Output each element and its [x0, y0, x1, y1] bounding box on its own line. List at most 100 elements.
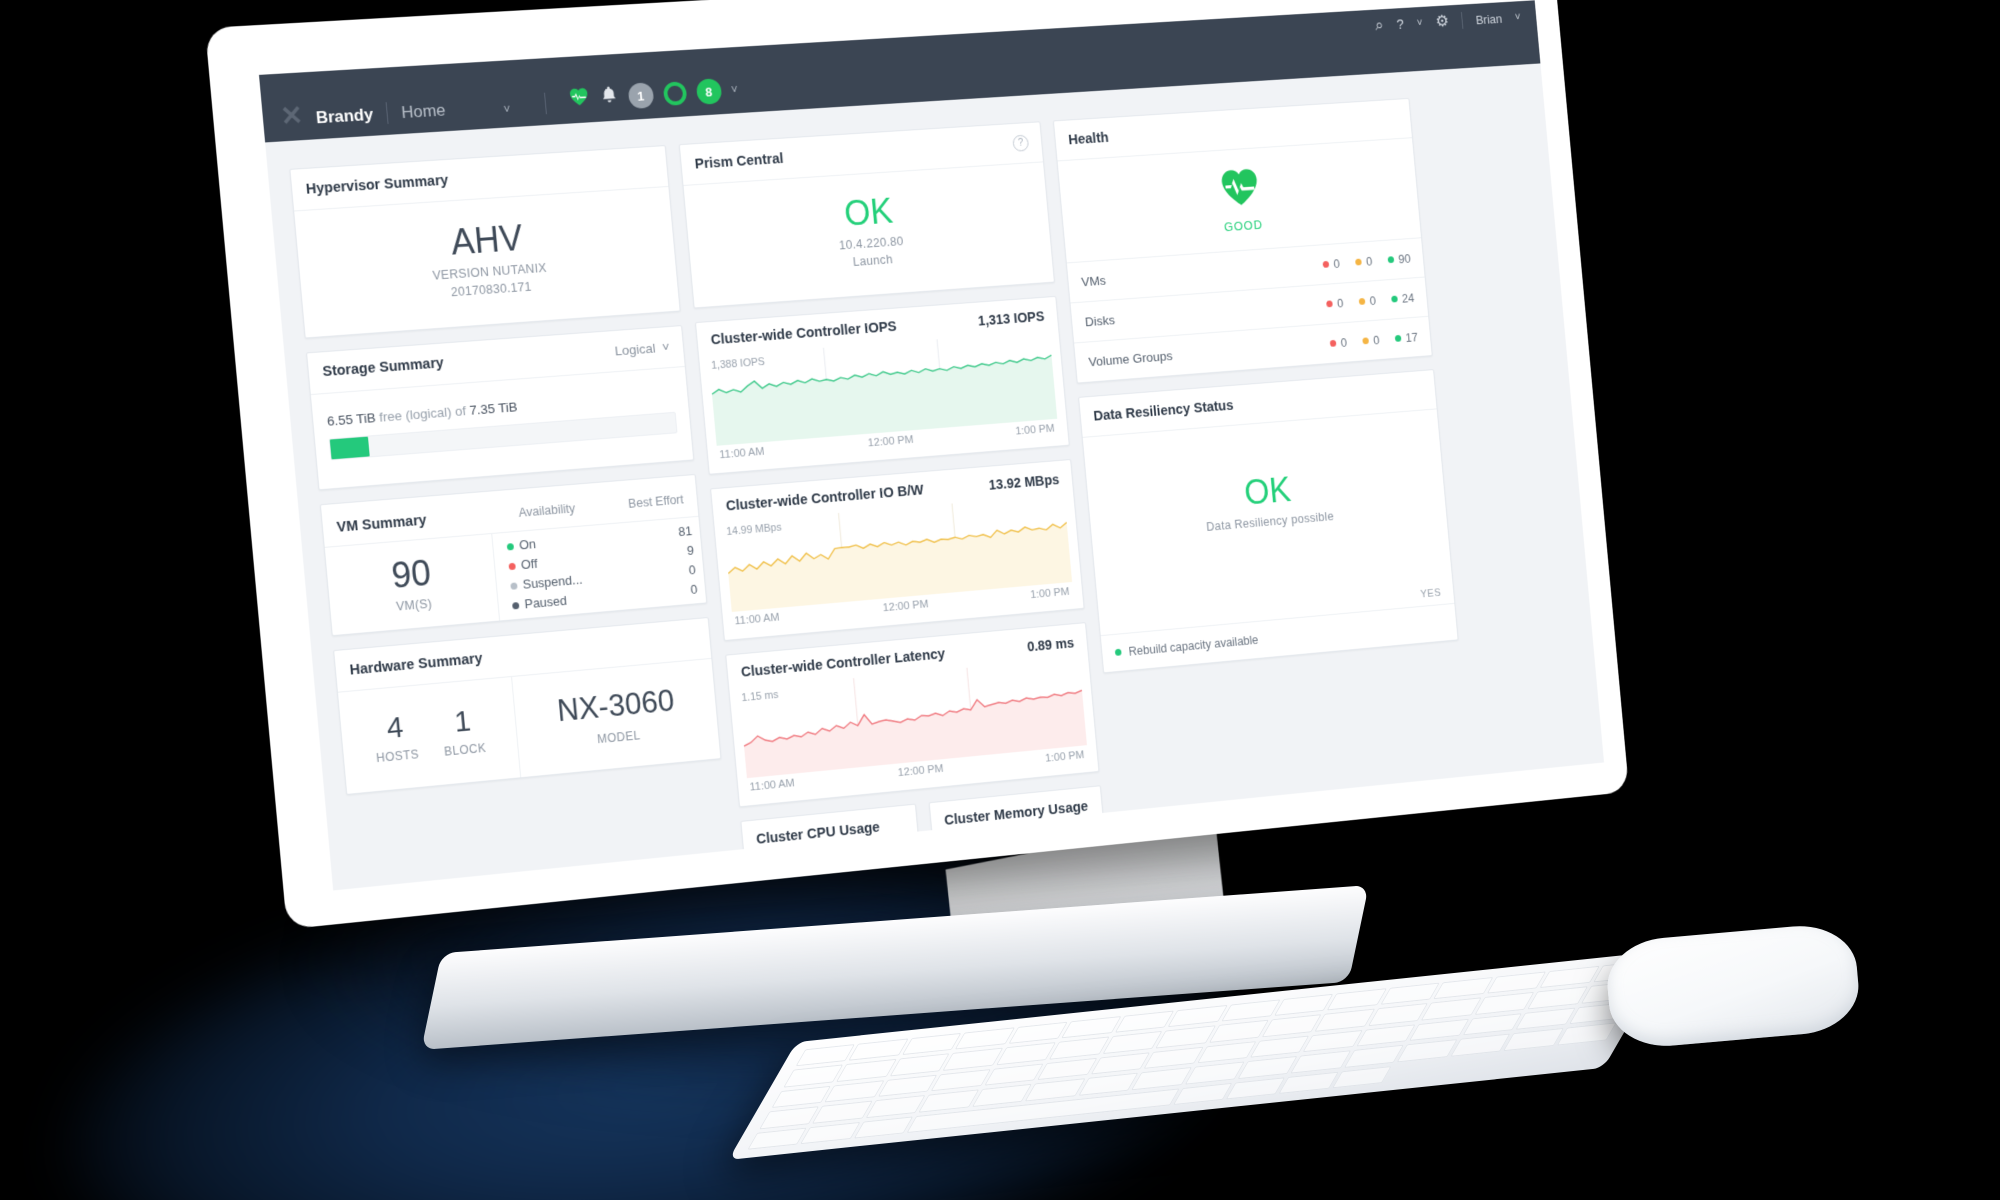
iobw-chart-badge: 13.92 MBps	[988, 471, 1060, 493]
vm-status-dot-paused	[511, 602, 520, 610]
health-critical: 0	[1336, 296, 1344, 310]
screen: ⌕ ? ˅ ⚙ Brian ˅ ✕ Brandy Home ˅ 1 8 ˅ Hy…	[258, 0, 1605, 891]
warning-dot-icon	[1362, 337, 1370, 345]
health-critical: 0	[1332, 256, 1341, 271]
hardware-counts: 4 HOSTS 1 BLOCK	[338, 677, 521, 793]
health-good-count: 90	[1397, 251, 1412, 266]
nutanix-logo-icon[interactable]: ✕	[279, 100, 303, 131]
warning-dot-icon	[1358, 297, 1366, 305]
search-icon[interactable]: ⌕	[1374, 16, 1384, 35]
task-progress-ring-icon[interactable]	[662, 81, 688, 106]
latency-tick-2: 12:00 PM	[897, 762, 944, 779]
latency-tick-3: 1:00 PM	[1044, 749, 1085, 765]
monitor: ⌕ ? ˅ ⚙ Brian ˅ ✕ Brandy Home ˅ 1 8 ˅ Hy…	[205, 0, 1630, 986]
vm-value-paused: 0	[689, 581, 699, 598]
user-chevron-down-icon[interactable]: ˅	[1515, 11, 1522, 22]
health-title: Health	[1067, 129, 1110, 148]
widget-health[interactable]: Health GOOD VMs 0 0 90 Disks 0 0 24 Volu…	[1052, 97, 1433, 384]
health-critical: 0	[1340, 335, 1348, 350]
health-row-name: Disks	[1084, 312, 1116, 330]
bell-icon[interactable]	[599, 84, 619, 110]
storage-total-value: 7.35 TiB	[468, 399, 519, 418]
help-circle-icon[interactable]: ?	[1012, 134, 1030, 152]
widget-hypervisor-summary[interactable]: Hypervisor Summary AHV VERSION NUTANIX 2…	[289, 145, 681, 339]
vm-status-dot-suspended	[510, 582, 518, 590]
iops-chart-badge: 1,313 IOPS	[977, 308, 1045, 329]
alert-count-badge[interactable]: 1	[627, 82, 655, 110]
vm-count: 90	[389, 551, 433, 596]
good-dot-icon	[1387, 256, 1395, 264]
widget-data-resiliency-status[interactable]: Data Resiliency Status OK Data Resilienc…	[1078, 369, 1459, 674]
vm-col-best-effort: Best Effort	[627, 492, 685, 512]
good-dot-icon	[1394, 334, 1402, 342]
health-warning: 0	[1372, 333, 1380, 347]
widget-storage-summary[interactable]: Storage Summary Logical ˅ 6.55 TiB free …	[306, 324, 695, 491]
widget-vm-summary[interactable]: VM Summary Availability Best Effort 90 V…	[319, 473, 708, 637]
prism-central-title: Prism Central	[694, 150, 785, 172]
prism-central-body: OK 10.4.220.80 Launch	[684, 162, 1054, 307]
hardware-title: Hardware Summary	[349, 650, 484, 679]
vm-value-off: 9	[686, 542, 695, 558]
widget-latency-chart[interactable]: Cluster-wide Controller Latency 0.89 ms …	[725, 621, 1100, 808]
iobw-tick-1: 11:00 AM	[734, 611, 780, 628]
hardware-model-block: NX-3060 MODEL	[513, 659, 721, 776]
user-menu-label[interactable]: Brian	[1475, 11, 1503, 27]
vm-label-suspended: Suspend...	[522, 572, 584, 592]
nav-item-home[interactable]: Home	[401, 101, 447, 123]
iobw-tick-3: 1:00 PM	[1029, 585, 1070, 601]
nav-status-icons: 1 8 ˅	[567, 77, 739, 113]
vm-value-suspended: 0	[688, 562, 697, 578]
vm-count-block: 90 VM(S)	[325, 534, 499, 636]
column-middle: Prism Central ? OK 10.4.220.80 Launch Cl…	[678, 121, 1115, 891]
health-row-stats: 0 0 90	[1322, 252, 1411, 271]
gear-icon[interactable]: ⚙	[1435, 12, 1450, 31]
vm-label-paused: Paused	[523, 593, 568, 612]
scene: ⌕ ? ˅ ⚙ Brian ˅ ✕ Brandy Home ˅ 1 8 ˅ Hy…	[0, 0, 2000, 1200]
iops-tick-1: 11:00 AM	[718, 445, 765, 462]
column-right: Health GOOD VMs 0 0 90 Disks 0 0 24 Volu…	[1052, 97, 1482, 891]
widget-grid: Hypervisor Summary AHV VERSION NUTANIX 2…	[289, 90, 1599, 891]
vm-value-on: 81	[677, 523, 693, 539]
health-good-count: 24	[1401, 291, 1415, 306]
help-icon[interactable]: ?	[1396, 16, 1405, 32]
vm-label-on: On	[518, 536, 537, 553]
resiliency-title: Data Resiliency Status	[1092, 397, 1235, 424]
health-row-name: VMs	[1080, 273, 1107, 290]
resiliency-yes: YES	[1419, 586, 1442, 601]
nav-divider-2	[543, 92, 547, 115]
task-count-badge[interactable]: 8	[695, 78, 723, 105]
vm-breakdown: On 81 Off 9 Suspend... 0 Paused 0	[490, 516, 707, 622]
help-chevron-down-icon[interactable]: ˅	[1416, 17, 1423, 29]
resiliency-rebuild-label: Rebuild capacity available	[1128, 632, 1259, 659]
vm-status-dot-on	[506, 542, 514, 551]
mouse[interactable]	[1603, 921, 1863, 1051]
tasks-chevron-down-icon[interactable]: ˅	[731, 83, 739, 97]
widget-hardware-summary[interactable]: Hardware Summary 4 HOSTS 1 BLOCK NX-3060…	[333, 617, 722, 795]
critical-dot-icon	[1326, 300, 1334, 308]
widget-iops-chart[interactable]: Cluster-wide Controller IOPS 1,313 IOPS …	[694, 295, 1070, 475]
iobw-tick-2: 12:00 PM	[882, 598, 929, 615]
vm-label-off: Off	[520, 555, 539, 573]
widget-prism-central[interactable]: Prism Central ? OK 10.4.220.80 Launch	[678, 121, 1055, 309]
hardware-hosts-label: HOSTS	[375, 747, 420, 766]
brand-name: Brandy	[315, 105, 375, 128]
nav-separator	[1461, 12, 1464, 29]
vm-status-dot-off	[508, 562, 516, 571]
vm-summary-columns: Availability Best Effort	[518, 493, 684, 520]
rebuild-status-dot-icon	[1114, 648, 1122, 657]
hardware-blocks-label: BLOCK	[443, 741, 487, 760]
hypervisor-body: AHV VERSION NUTANIX 20170830.171	[294, 187, 679, 337]
vm-col-availability: Availability	[518, 501, 576, 521]
vm-count-label: VM(S)	[395, 597, 433, 614]
nav-chevron-down-icon[interactable]: ˅	[503, 103, 511, 117]
health-good-count: 17	[1405, 330, 1419, 345]
health-row-stats: 0 0 17	[1329, 330, 1419, 350]
health-heart-icon[interactable]	[567, 86, 590, 113]
widget-iobw-chart[interactable]: Cluster-wide Controller IO B/W 13.92 MBp…	[710, 458, 1085, 641]
dashboard-content: Hypervisor Summary AHV VERSION NUTANIX 2…	[265, 63, 1605, 891]
nav-divider	[385, 102, 389, 124]
health-row-name: Volume Groups	[1087, 348, 1174, 370]
critical-dot-icon	[1322, 260, 1330, 268]
storage-free-value: 6.55 TiB	[326, 410, 377, 429]
storage-mode-dropdown[interactable]: Logical ˅	[614, 340, 670, 359]
